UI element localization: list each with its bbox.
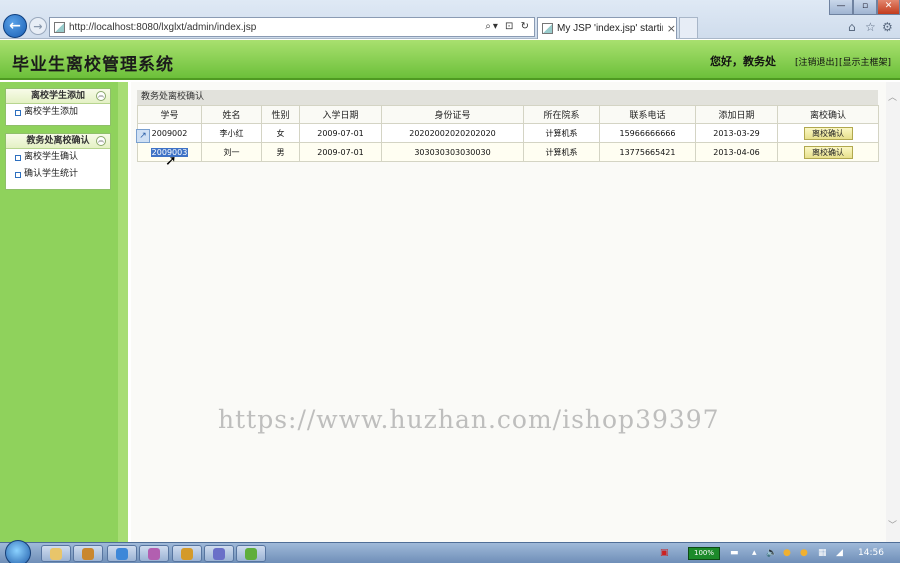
sidebar-item-confirm-student[interactable]: 离校学生确认	[6, 149, 110, 166]
table-row: 2009003 刘一 男 2009-07-01 303030303030030 …	[137, 142, 879, 162]
battery-indicator[interactable]: 100%	[688, 547, 720, 560]
forward-arrow-icon[interactable]: →	[29, 17, 47, 35]
sidebar-splitter[interactable]	[118, 82, 128, 542]
volume-icon[interactable]: 🔈	[766, 548, 777, 558]
sidebar-item-add-student[interactable]: 离校学生添加	[6, 104, 110, 121]
cell-department: 计算机系	[523, 142, 600, 162]
page-icon	[54, 21, 65, 33]
accelerator-icon[interactable]: ↗	[136, 129, 150, 143]
cell-department: 计算机系	[523, 123, 600, 143]
browser-tab[interactable]: My JSP 'index.jsp' startin... ×	[537, 17, 677, 39]
new-tab-button[interactable]	[679, 17, 698, 38]
sidebar-panel-header[interactable]: 离校学生添加 ︽	[6, 89, 110, 104]
column-header: 所在院系	[523, 105, 600, 124]
tray-app-icon[interactable]: ▣	[660, 548, 669, 558]
student-table: 学号 姓名 性别 入学日期 身份证号 所在院系 联系电话 添加日期 离校确认 2…	[137, 105, 879, 162]
column-header: 姓名	[201, 105, 262, 124]
cell-gender: 男	[261, 142, 300, 162]
sidebar: 离校学生添加 ︽ 离校学生添加 教务处离校确认 ︽ 离校学生确认 确认学生统计	[0, 82, 128, 542]
sidebar-panel-title: 教务处离校确认	[26, 136, 90, 146]
sidebar-panel-title: 离校学生添加	[30, 91, 85, 101]
cell-name: 刘一	[201, 142, 262, 162]
start-button[interactable]	[5, 540, 31, 563]
column-header: 性别	[261, 105, 300, 124]
address-url[interactable]: http://localhost:8080/lxglxt/admin/index…	[69, 22, 256, 33]
column-header: 添加日期	[695, 105, 778, 124]
chat-icon[interactable]: ●	[800, 548, 808, 558]
cell-action: 离校确认	[777, 142, 879, 162]
maximize-icon[interactable]: ▫	[853, 0, 877, 15]
cell-phone: 13775665421	[599, 142, 696, 162]
address-bar[interactable]: http://localhost:8080/lxglxt/admin/index…	[49, 17, 535, 37]
column-header: 身份证号	[381, 105, 524, 124]
cell-added-date: 2013-04-06	[695, 142, 778, 162]
watermark-text: https://www.huzhan.com/ishop39397	[218, 405, 720, 434]
cell-action: 离校确认	[777, 123, 879, 143]
greeting-text: 您好，教务处	[710, 55, 776, 68]
mouse-cursor-icon: ➚	[165, 153, 177, 169]
back-arrow-icon[interactable]: ←	[3, 14, 27, 38]
browser-chrome: ← → http://localhost:8080/lxglxt/admin/i…	[0, 0, 900, 39]
confirm-leave-button[interactable]: 离校确认	[803, 145, 853, 159]
app-title: 毕业生离校管理系统	[12, 55, 174, 75]
network-icon[interactable]: ▦	[818, 548, 827, 558]
taskbar-app-ie[interactable]	[107, 545, 137, 562]
logout-link[interactable]: [注销退出]	[795, 55, 838, 68]
cell-added-date: 2013-03-29	[695, 123, 778, 143]
collapse-icon[interactable]: ︽	[96, 136, 106, 146]
scroll-up-icon[interactable]: ︿	[888, 90, 897, 103]
tab-page-icon	[542, 23, 553, 34]
cell-enroll-date: 2009-07-01	[299, 142, 382, 162]
show-main-frame-link[interactable]: [显示主框架]	[839, 55, 891, 68]
section-title: 教务处离校确认	[137, 90, 878, 105]
collapse-icon[interactable]: ︽	[96, 91, 106, 101]
taskbar-app-media[interactable]	[139, 545, 169, 562]
cell-enroll-date: 2009-07-01	[299, 123, 382, 143]
vertical-scrollbar[interactable]: ︿ ﹀	[886, 82, 900, 542]
home-icon[interactable]: ⌂	[848, 20, 856, 34]
app-header: 毕业生离校管理系统 您好，教务处 [注销退出] [显示主框架]	[0, 40, 900, 80]
signal-icon[interactable]: ◢	[836, 548, 843, 558]
sidebar-panel-confirm: 教务处离校确认 ︽ 离校学生确认 确认学生统计	[5, 133, 111, 190]
chat-icon[interactable]: ●	[783, 548, 791, 558]
minimize-icon[interactable]: —	[829, 0, 853, 15]
cell-gender: 女	[261, 123, 300, 143]
cell-id-number: 303030303030030	[381, 142, 524, 162]
cell-name: 李小红	[201, 123, 262, 143]
gear-icon[interactable]: ⚙	[882, 20, 893, 34]
column-header: 联系电话	[599, 105, 696, 124]
scroll-down-icon[interactable]: ﹀	[888, 518, 897, 531]
confirm-leave-button[interactable]: 离校确认	[803, 126, 853, 140]
table-header-row: 学号 姓名 性别 入学日期 身份证号 所在院系 联系电话 添加日期 离校确认	[137, 105, 879, 124]
column-header: 学号	[137, 105, 202, 124]
close-icon[interactable]: ✕	[877, 0, 900, 15]
tray-expand-icon[interactable]: ▴	[752, 548, 757, 558]
taskbar-app-puzzle[interactable]	[236, 545, 266, 562]
favorites-star-icon[interactable]: ☆	[865, 20, 876, 34]
sidebar-panel-add: 离校学生添加 ︽ 离校学生添加	[5, 88, 111, 126]
cell-id-number: 20202002020202020	[381, 123, 524, 143]
taskbar-app-globe[interactable]	[172, 545, 202, 562]
search-refresh-icon[interactable]: ⌕▾ ⊡ ↻	[485, 21, 531, 32]
table-row: 2009002 李小红 女 2009-07-01 202020020202020…	[137, 123, 879, 143]
column-header: 离校确认	[777, 105, 879, 124]
taskbar-app-folder[interactable]	[73, 545, 103, 562]
sidebar-item-confirm-stats[interactable]: 确认学生统计	[6, 166, 110, 183]
sidebar-panel-header[interactable]: 教务处离校确认 ︽	[6, 134, 110, 149]
taskbar-clock[interactable]: 14:56	[858, 548, 884, 558]
taskbar: ▣ 100% ▬ ▴ 🔈 ● ● ▦ ◢ 14:56	[0, 540, 900, 563]
cell-phone: 15966666666	[599, 123, 696, 143]
taskbar-app-tool[interactable]	[204, 545, 234, 562]
tray-keyboard-icon[interactable]: ▬	[730, 548, 739, 558]
tab-close-icon[interactable]: ×	[667, 22, 676, 35]
column-header: 入学日期	[299, 105, 382, 124]
tab-title[interactable]: My JSP 'index.jsp' startin...	[557, 23, 663, 34]
taskbar-app-explorer[interactable]	[41, 545, 71, 562]
